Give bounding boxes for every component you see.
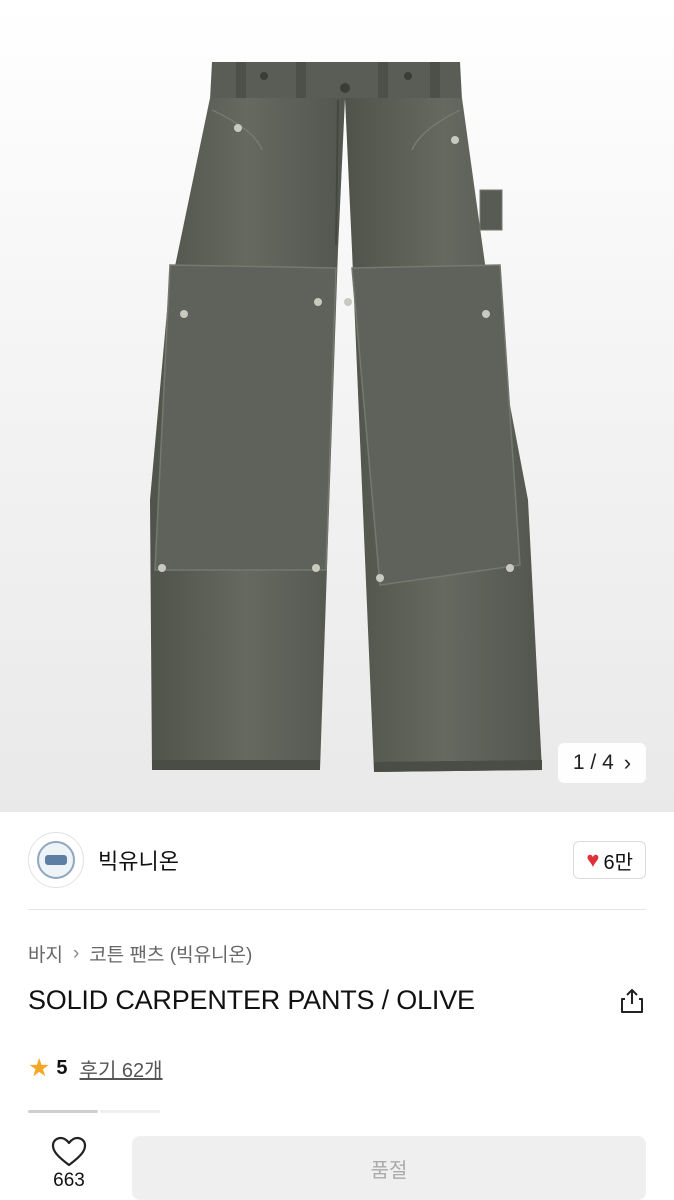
chevron-right-icon: › <box>623 750 632 775</box>
tab-indicator-inactive <box>100 1110 160 1113</box>
review-count-link[interactable]: 후기 62개 <box>80 1054 163 1083</box>
product-image-gallery[interactable]: 1 / 4 › <box>0 0 674 812</box>
wishlist-count: 663 <box>53 1170 85 1191</box>
seller-avatar[interactable] <box>28 832 84 888</box>
breadcrumb: 바지 › 코튼 팬츠 (빅유니온) <box>28 940 252 967</box>
rating-score: 5 <box>56 1057 68 1079</box>
tab-indicator <box>28 1110 98 1113</box>
heart-outline-icon <box>51 1136 87 1167</box>
seller-row[interactable]: 빅유니온 ♥ 6만 <box>28 832 646 888</box>
divider <box>28 909 646 910</box>
seller-name[interactable]: 빅유니온 <box>98 844 179 876</box>
seller-like-button[interactable]: ♥ 6만 <box>573 841 646 879</box>
image-page-counter[interactable]: 1 / 4 › <box>558 743 646 783</box>
product-title: SOLID CARPENTER PANTS / OLIVE <box>28 985 475 1015</box>
soldout-button[interactable]: 품절 <box>132 1136 646 1200</box>
heart-filled-icon: ♥ <box>586 847 600 872</box>
seller-logo-icon <box>37 841 75 879</box>
breadcrumb-subcategory[interactable]: 코튼 팬츠 (빅유니온) <box>89 940 252 967</box>
rating-row: ★ 5 후기 62개 <box>28 1054 163 1083</box>
chevron-right-icon: › <box>72 942 80 964</box>
breadcrumb-category[interactable]: 바지 <box>28 940 63 967</box>
seller-like-count: 6만 <box>603 851 633 874</box>
star-icon: ★ <box>28 1054 51 1082</box>
pants-image <box>150 62 542 772</box>
product-title-row: SOLID CARPENTER PANTS / OLIVE <box>28 985 646 1016</box>
share-icon[interactable] <box>618 987 646 1015</box>
image-page-text: 1 / 4 <box>572 751 614 774</box>
wishlist-button[interactable]: 663 <box>36 1136 102 1200</box>
